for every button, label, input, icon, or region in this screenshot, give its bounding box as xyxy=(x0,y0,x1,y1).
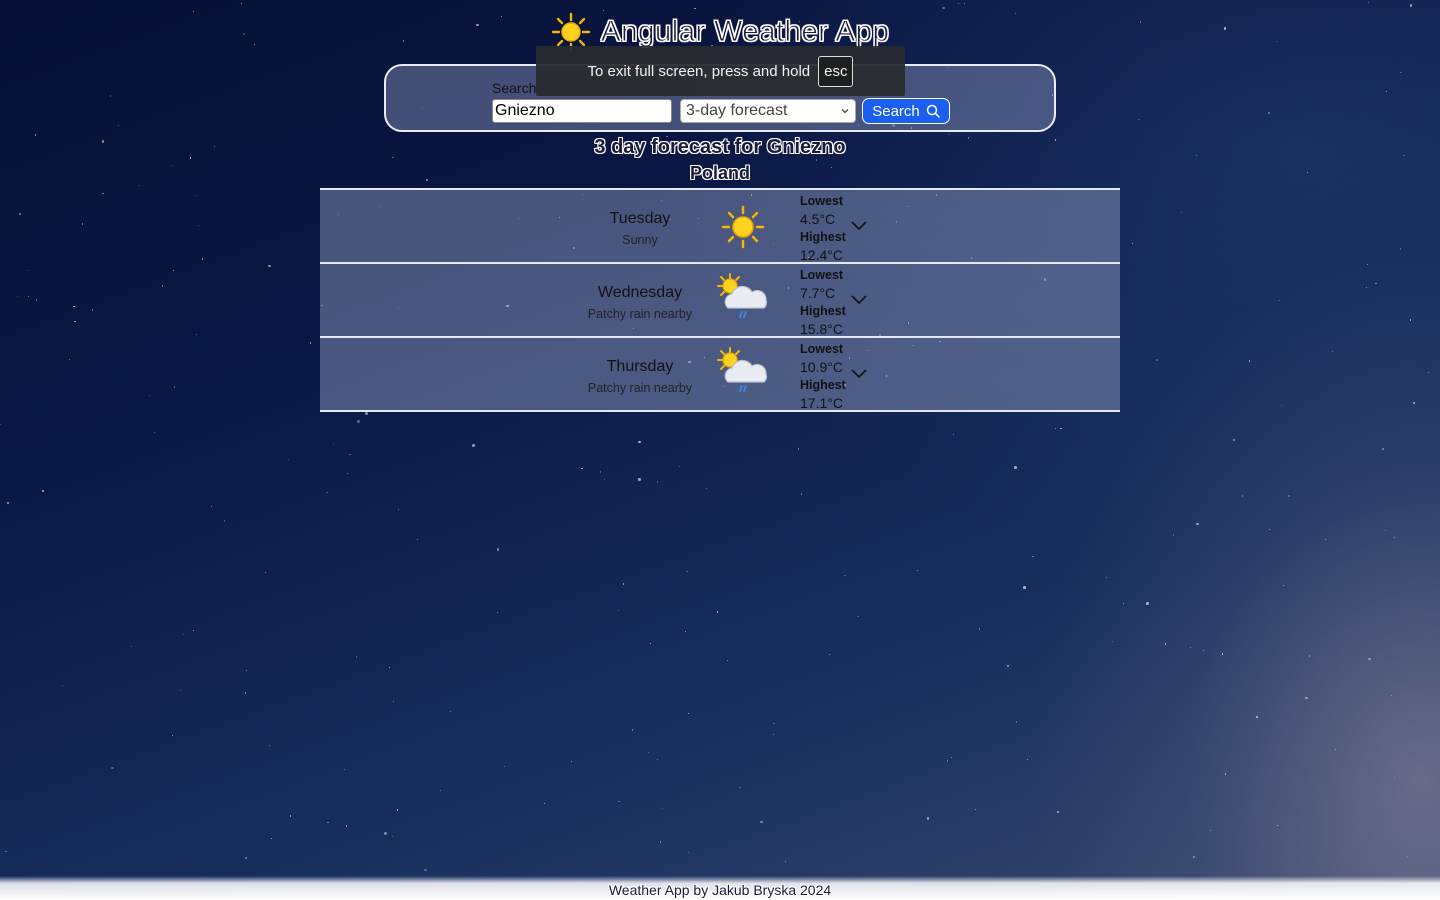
search-button[interactable]: Search xyxy=(862,98,950,124)
day-name: Thursday xyxy=(606,358,674,375)
chevron-down-icon xyxy=(841,109,849,114)
chevron-down-icon[interactable] xyxy=(850,367,868,381)
search-label: Search xyxy=(492,80,537,96)
app-title: Angular Weather App xyxy=(600,15,890,49)
fullscreen-notice-text: To exit full screen, press and hold xyxy=(587,62,811,80)
forecast-day-row[interactable]: Wednesday Patchy rain nearby Lowest 7.7°… xyxy=(320,264,1120,338)
highest-value: 17.1°C xyxy=(800,395,843,411)
highest-label: Highest xyxy=(800,230,846,244)
highest-value: 12.4°C xyxy=(800,247,843,263)
lowest-label: Lowest xyxy=(800,342,844,356)
forecast-day-row[interactable]: Thursday Patchy rain nearby Lowest 10.9°… xyxy=(320,338,1120,412)
search-button-label: Search xyxy=(872,102,920,120)
forecast-heading: 3 day forecast for Gniezno xyxy=(594,136,846,158)
sun-icon xyxy=(721,205,765,249)
footer: Weather App by Jakub Bryska 2024 xyxy=(0,876,1440,900)
lowest-label: Lowest xyxy=(800,268,844,282)
day-name: Wednesday xyxy=(597,284,683,301)
search-icon xyxy=(926,104,940,118)
fullscreen-notice: To exit full screen, press and hold esc xyxy=(536,46,905,96)
forecast-type-select[interactable]: 3-day forecast xyxy=(680,99,856,123)
highest-value: 15.8°C xyxy=(800,321,843,337)
lowest-label: Lowest xyxy=(800,194,844,208)
day-name: Tuesday xyxy=(609,210,671,227)
search-input[interactable] xyxy=(492,99,672,123)
chevron-down-icon[interactable] xyxy=(850,219,868,233)
temperature-range: Lowest 4.5°C Highest 12.4°C xyxy=(800,192,846,264)
forecast-day-row[interactable]: Tuesday Sunny Lowest 4.5°C Highest 12.4°… xyxy=(320,190,1120,264)
esc-key-badge: esc xyxy=(818,55,854,87)
highest-label: Highest xyxy=(800,378,846,392)
forecast-country: Poland xyxy=(689,163,750,183)
partly-cloudy-rain-icon xyxy=(717,347,768,392)
day-condition: Patchy rain nearby xyxy=(587,307,693,321)
forecast-table: Tuesday Sunny Lowest 4.5°C Highest 12.4°… xyxy=(320,188,1120,412)
day-condition: Patchy rain nearby xyxy=(587,381,693,395)
chevron-down-icon[interactable] xyxy=(850,293,868,307)
temperature-range: Lowest 10.9°C Highest 17.1°C xyxy=(800,340,846,412)
footer-text: Weather App by Jakub Bryska 2024 xyxy=(608,882,832,898)
highest-label: Highest xyxy=(800,304,846,318)
lowest-value: 4.5°C xyxy=(800,211,836,227)
forecast-select-value: 3-day forecast xyxy=(686,102,788,119)
partly-cloudy-rain-icon xyxy=(717,273,768,318)
temperature-range: Lowest 7.7°C Highest 15.8°C xyxy=(800,266,846,338)
lowest-value: 7.7°C xyxy=(800,285,836,301)
day-condition: Sunny xyxy=(622,233,658,247)
lowest-value: 10.9°C xyxy=(800,359,843,375)
